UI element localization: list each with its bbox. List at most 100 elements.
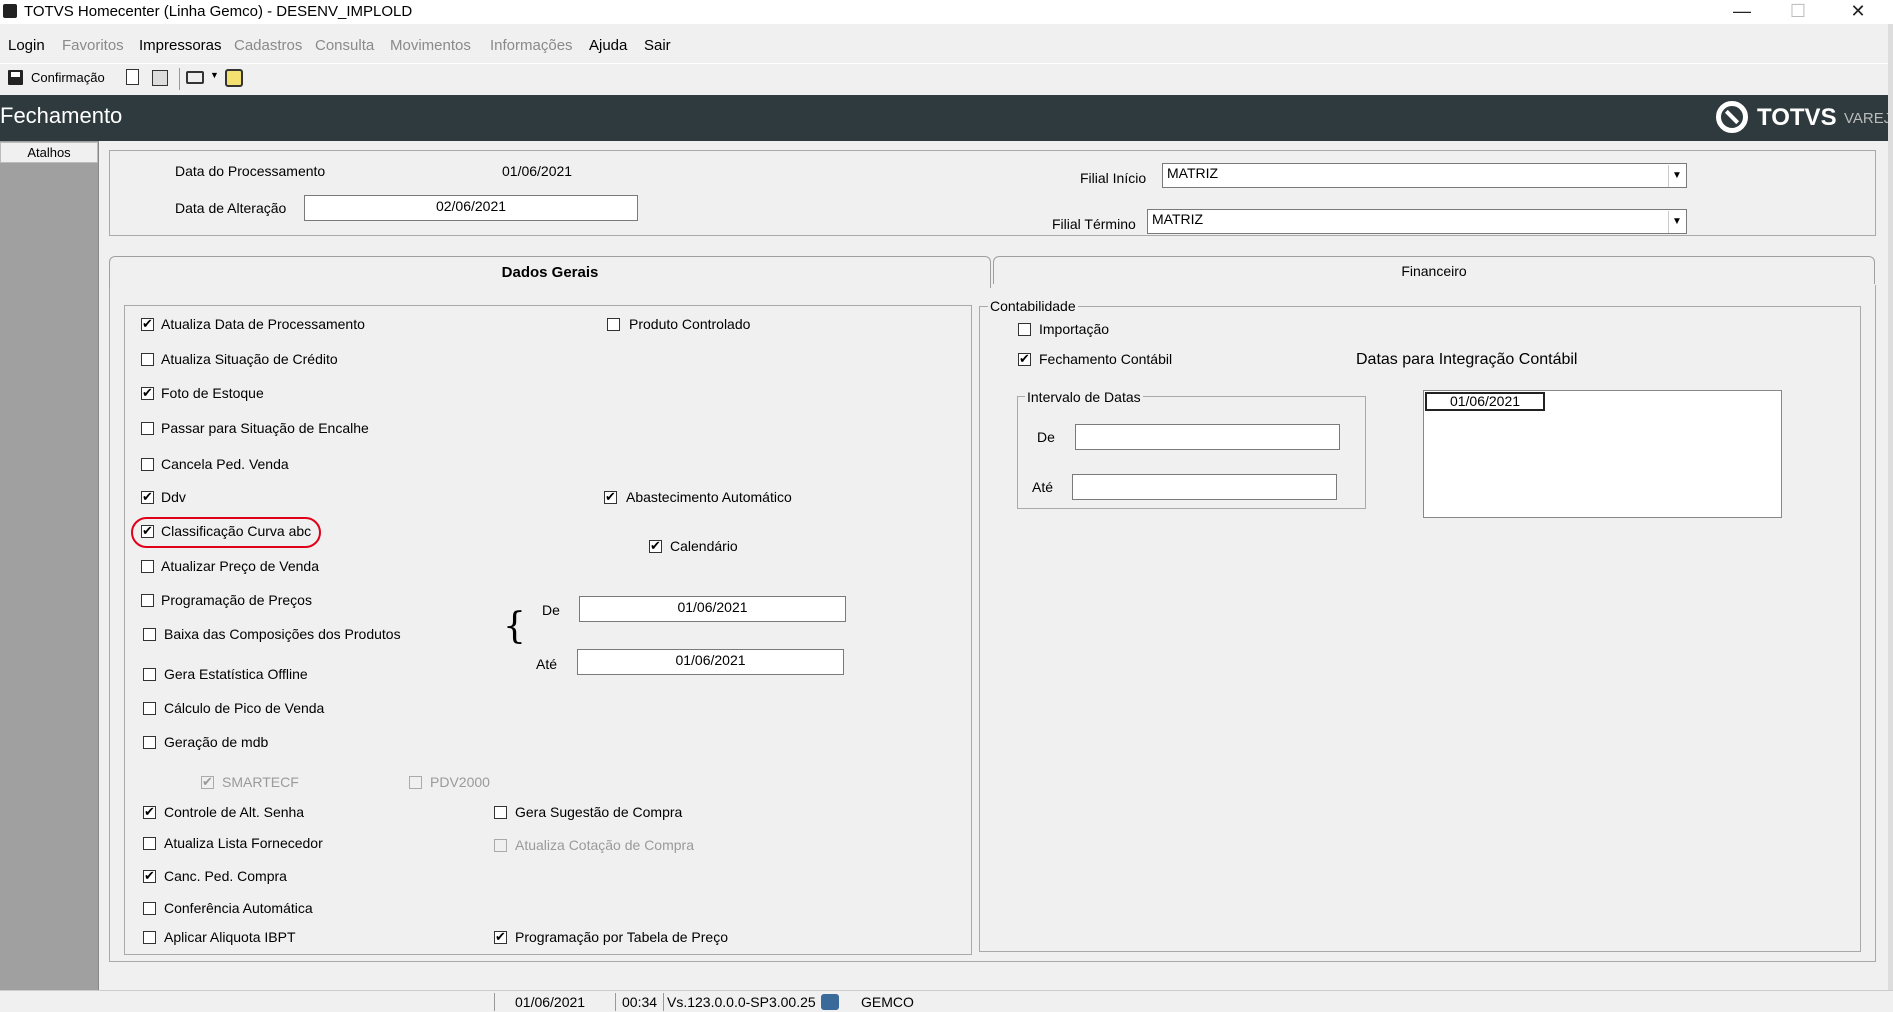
atualiza-situacao-label: Atualiza Situação de Crédito (161, 351, 338, 367)
gera-sugestao-label: Gera Sugestão de Compra (515, 804, 683, 820)
fechamento-contabil-checkbox[interactable] (1018, 351, 1031, 367)
calculo-pico-label: Cálculo de Pico de Venda (164, 700, 325, 716)
menu-impressoras[interactable]: Impressoras (139, 37, 222, 54)
atualiza-situacao-checkbox[interactable] (141, 353, 154, 366)
canc-ped-compra-checkbox[interactable] (143, 868, 156, 884)
ddv-label: Ddv (161, 489, 186, 505)
geracao-mdb-label: Geração de mdb (164, 734, 269, 750)
totvs-logo-icon (1716, 101, 1748, 133)
produto-controlado-label: Produto Controlado (629, 316, 751, 332)
print-preview-icon[interactable] (225, 69, 243, 87)
produto-controlado-checkbox[interactable] (607, 318, 620, 331)
minimize-button[interactable]: — (1714, 0, 1770, 24)
baixa-composicoes-checkbox[interactable] (143, 628, 156, 641)
foto-estoque-label: Foto de Estoque (161, 385, 264, 401)
atualiza-fornecedor-label: Atualiza Lista Fornecedor (164, 835, 323, 851)
range-de-label: De (542, 602, 560, 618)
contab-ate-label: Até (1032, 479, 1054, 495)
toolbar: Confirmação ▼ (0, 63, 1893, 93)
baixa-composicoes-label: Baixa das Composições dos Produtos (164, 626, 401, 642)
gera-sugestao-checkbox[interactable] (494, 806, 507, 819)
range-brace: { (503, 606, 526, 647)
copy-document-icon[interactable] (152, 70, 168, 86)
logo-sub-text: VAREJO (1844, 110, 1893, 127)
calculo-pico-checkbox[interactable] (143, 702, 156, 715)
passar-encalhe-checkbox[interactable] (141, 422, 154, 435)
atualiza-data-checkbox[interactable] (141, 316, 154, 332)
menu-movimentos[interactable]: Movimentos (390, 37, 471, 54)
filial-termino-select[interactable]: MATRIZ ▼ (1147, 209, 1687, 234)
list-item[interactable]: 01/06/2021 (1425, 392, 1545, 411)
atualiza-fornecedor-checkbox[interactable] (143, 837, 156, 850)
scrollbar[interactable] (1888, 24, 1893, 990)
menu-cadastros[interactable]: Cadastros (234, 37, 302, 54)
window-title: TOTVS Homecenter (Linha Gemco) - DESENV_… (24, 3, 413, 20)
filial-termino-label: Filial Término (1052, 216, 1136, 232)
calendario-checkbox[interactable] (649, 538, 662, 554)
logo-text: TOTVS (1757, 104, 1837, 131)
filial-termino-value: MATRIZ (1152, 211, 1204, 227)
data-alteracao-label: Data de Alteração (175, 200, 287, 216)
ddv-checkbox[interactable] (141, 489, 154, 505)
status-date: 01/06/2021 (494, 993, 614, 1011)
data-alteracao-input[interactable]: 02/06/2021 (304, 195, 638, 221)
chevron-down-icon[interactable]: ▼ (1668, 211, 1685, 233)
tab-financeiro[interactable]: Financeiro (993, 256, 1875, 284)
chevron-down-icon[interactable]: ▼ (210, 70, 219, 80)
conferencia-checkbox[interactable] (143, 902, 156, 915)
classificacao-checkbox[interactable] (141, 523, 154, 539)
controle-senha-checkbox[interactable] (143, 804, 156, 820)
programacao-precos-checkbox[interactable] (141, 594, 154, 607)
importacao-checkbox[interactable] (1018, 323, 1031, 336)
new-document-icon[interactable] (126, 69, 139, 85)
foto-estoque-checkbox[interactable] (141, 385, 154, 401)
pdv2000-label: PDV2000 (430, 774, 490, 790)
datas-integracao-label: Datas para Integração Contábil (1356, 351, 1578, 368)
user-icon (821, 994, 839, 1010)
smartecf-label: SMARTECF (222, 774, 299, 790)
gera-estatistica-label: Gera Estatística Offline (164, 666, 308, 682)
atalhos-button[interactable]: Atalhos (0, 142, 98, 163)
data-processamento-label: Data do Processamento (175, 163, 326, 179)
toolbar-separator (179, 68, 180, 90)
cancela-ped-venda-label: Cancela Ped. Venda (161, 456, 289, 472)
abastecimento-checkbox[interactable] (604, 489, 617, 505)
data-alteracao-value: 02/06/2021 (435, 198, 507, 214)
maximize-button[interactable]: ☐ (1770, 0, 1826, 24)
page-title: Fechamento (0, 103, 123, 128)
contabilidade-legend: Contabilidade (988, 298, 1078, 314)
atualizar-preco-checkbox[interactable] (141, 560, 154, 573)
confirm-button[interactable]: Confirmação (31, 70, 105, 85)
chevron-down-icon[interactable]: ▼ (1668, 165, 1685, 187)
menu-informacoes[interactable]: Informações (490, 37, 573, 54)
gera-estatistica-checkbox[interactable] (143, 668, 156, 681)
contab-de-input[interactable] (1075, 424, 1340, 450)
status-user: GEMCO (861, 994, 914, 1010)
range-ate-input[interactable]: 01/06/2021 (577, 649, 844, 675)
range-ate-value: 01/06/2021 (675, 652, 746, 668)
range-de-input[interactable]: 01/06/2021 (579, 596, 846, 622)
contab-ate-input[interactable] (1072, 474, 1337, 500)
aplicar-ibpt-checkbox[interactable] (143, 931, 156, 944)
atualiza-cotacao-label: Atualiza Cotação de Compra (515, 837, 694, 853)
filial-inicio-select[interactable]: MATRIZ ▼ (1162, 163, 1687, 188)
left-pane (0, 141, 98, 996)
close-button[interactable]: ✕ (1830, 0, 1886, 24)
filial-inicio-label: Filial Início (1080, 170, 1147, 186)
cancela-ped-venda-checkbox[interactable] (141, 458, 154, 471)
programacao-tabela-checkbox[interactable] (494, 929, 507, 945)
pdv2000-checkbox (409, 776, 422, 789)
filial-inicio-value: MATRIZ (1167, 165, 1219, 181)
menu-ajuda[interactable]: Ajuda (589, 37, 627, 54)
intervalo-legend: Intervalo de Datas (1025, 389, 1143, 405)
menu-sair[interactable]: Sair (644, 37, 671, 54)
menu-login[interactable]: Login (8, 37, 45, 54)
geracao-mdb-checkbox[interactable] (143, 736, 156, 749)
tab-dados-gerais[interactable]: Dados Gerais (109, 256, 991, 288)
printer-icon[interactable] (186, 71, 204, 84)
passar-encalhe-label: Passar para Situação de Encalhe (161, 420, 369, 436)
data-processamento-value: 01/06/2021 (502, 163, 573, 179)
list-item-value: 01/06/2021 (1449, 393, 1521, 409)
menu-favoritos[interactable]: Favoritos (62, 37, 124, 54)
menu-consulta[interactable]: Consulta (315, 37, 374, 54)
